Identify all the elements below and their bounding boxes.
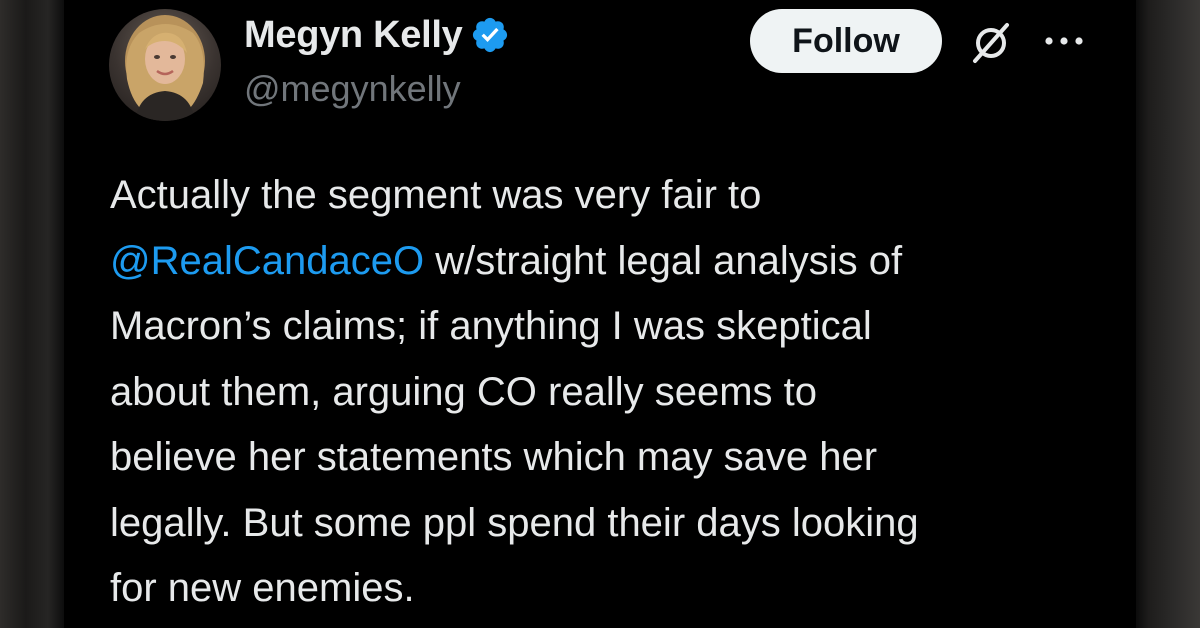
author-display-name[interactable]: Megyn Kelly: [244, 14, 463, 57]
author-handle[interactable]: @megynkelly: [244, 68, 461, 110]
tweet-line: legally. But some ppl spend their days l…: [110, 500, 919, 545]
grok-icon[interactable]: [968, 20, 1014, 66]
avatar[interactable]: [109, 9, 221, 121]
tweet-line: about them, arguing CO really seems to: [110, 369, 818, 414]
tweet-line: for new enemies.: [110, 566, 415, 610]
verified-badge-icon: [473, 17, 508, 53]
tweet-text: Actually the segment was very fair to @R…: [110, 163, 1120, 622]
background-blur-right: [1136, 0, 1200, 628]
tweet-line-text: w/straight legal analysis of: [424, 238, 903, 283]
tweet-line: @RealCandaceO w/straight legal analysis …: [110, 229, 1120, 295]
screenshot-frame: Megyn Kelly @megynkelly Follow Actually …: [0, 0, 1200, 628]
author-name-row: Megyn Kelly: [244, 12, 510, 58]
avatar-photo: [125, 15, 205, 121]
tweet-card: Megyn Kelly @megynkelly Follow Actually …: [64, 0, 1136, 628]
more-options-icon[interactable]: [1042, 30, 1086, 52]
tweet-line: believe her statements which may save he…: [110, 435, 878, 479]
tweet-line: Actually the segment was very fair to: [110, 173, 762, 217]
tweet-line: Macron’s claims; if anything I was skept…: [110, 304, 872, 348]
background-blur-left: [0, 0, 64, 628]
follow-button[interactable]: Follow: [750, 9, 942, 73]
mention-link[interactable]: @RealCandaceO: [110, 239, 424, 283]
